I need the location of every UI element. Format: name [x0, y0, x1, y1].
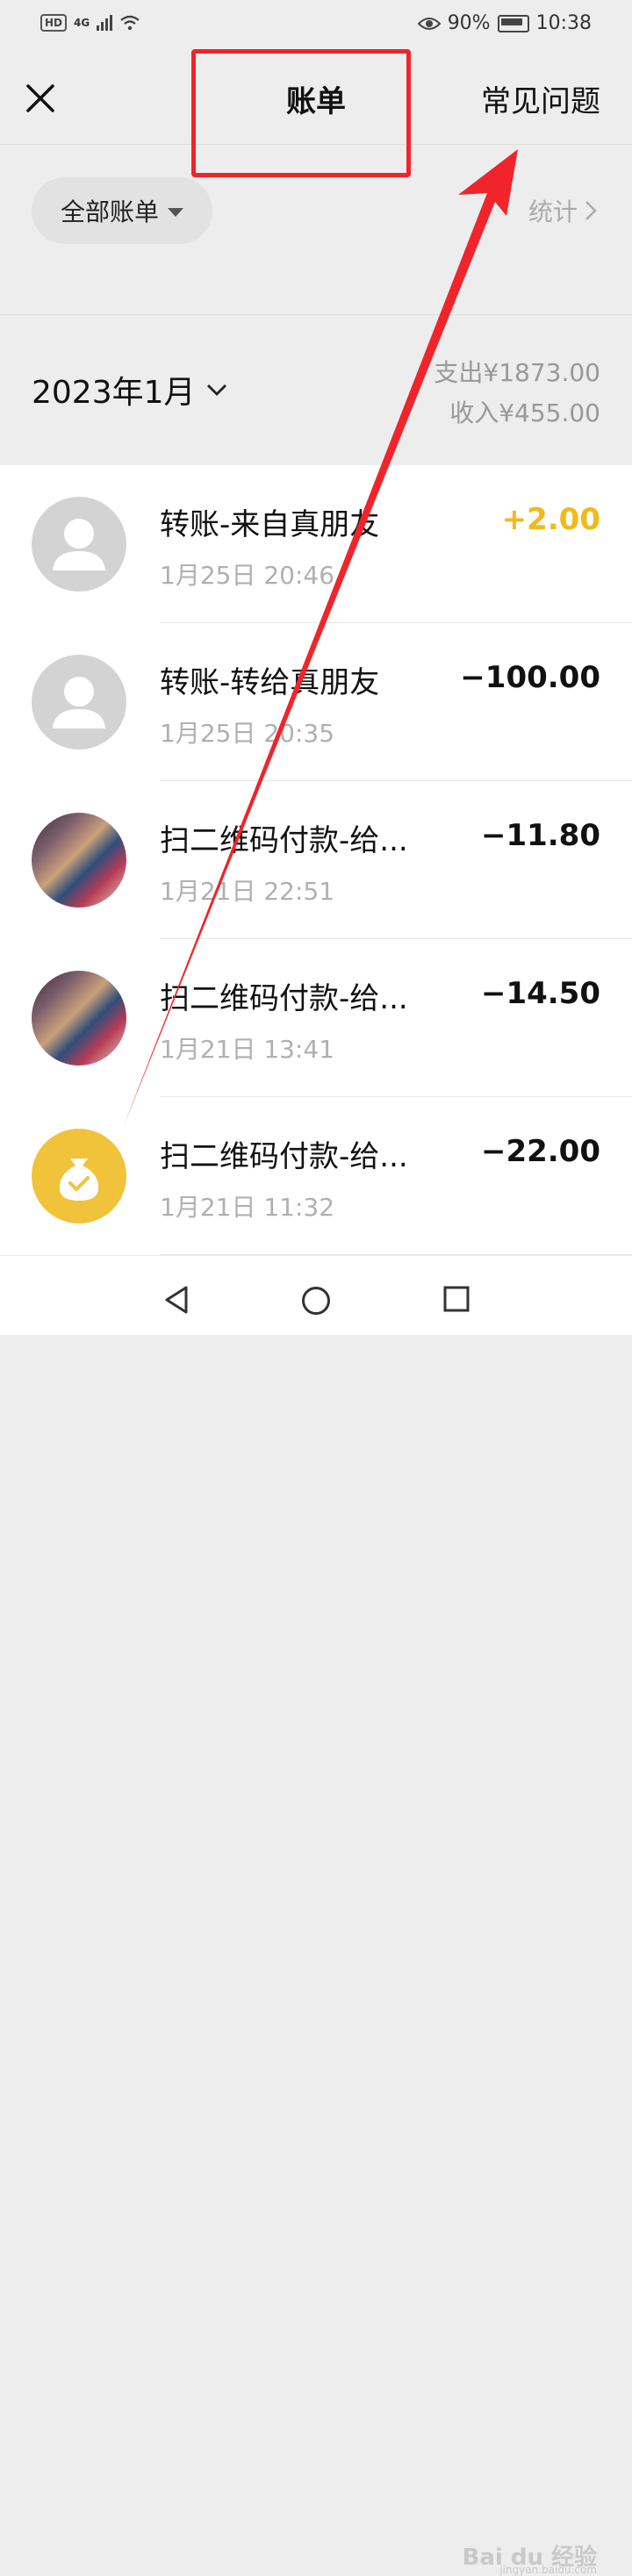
- home-icon[interactable]: [301, 1286, 331, 1316]
- item-time: 1月21日 13:41: [160, 1035, 335, 1064]
- eye-icon: [417, 17, 441, 30]
- chevron-down-icon: [206, 384, 226, 396]
- list-item[interactable]: 转账-转给真朋友 1月25日 20:35 −100.00: [0, 623, 632, 781]
- avatar: [32, 655, 126, 750]
- bill-filter-label: 全部账单: [60, 197, 159, 226]
- income-total: 收入¥455.00: [449, 398, 600, 427]
- status-right: 90% 10:38: [417, 12, 592, 34]
- stats-link[interactable]: 统计: [528, 193, 597, 228]
- item-time: 1月21日 22:51: [160, 877, 335, 906]
- shop-photo-avatar: [32, 813, 126, 908]
- avatar: [32, 497, 126, 592]
- item-time: 1月21日 11:32: [160, 1193, 335, 1222]
- item-title: 扫二维码付款-给...: [160, 823, 408, 858]
- back-icon[interactable]: [163, 1286, 190, 1314]
- network-label: 4G: [74, 17, 90, 29]
- month-label: 2023年1月: [32, 375, 196, 411]
- expense-total: 支出¥1873.00: [434, 358, 600, 387]
- hd-badge: HD: [40, 14, 68, 32]
- watermark-url: jingyan.baidu.com: [499, 2564, 597, 2576]
- annotation-box: [191, 49, 411, 177]
- list-item[interactable]: 转账-来自真朋友 1月25日 20:46 +2.00: [0, 465, 632, 623]
- person-icon: [53, 677, 105, 728]
- item-title: 转账-转给真朋友: [160, 665, 380, 700]
- money-bag-avatar: [32, 1129, 126, 1223]
- list-item[interactable]: 扫二维码付款-给... 1月21日 11:32 −22.00: [0, 1097, 632, 1255]
- system-nav-bar: Bai du 经验 jingyan.baidu.com: [0, 1255, 632, 2576]
- chevron-right-icon: [585, 201, 597, 220]
- item-amount: +2.00: [501, 502, 600, 537]
- item-title: 扫二维码付款-给...: [160, 1139, 408, 1174]
- item-amount: −11.80: [480, 818, 600, 853]
- month-selector[interactable]: 2023年1月: [32, 367, 227, 413]
- item-title: 扫二维码付款-给...: [160, 981, 408, 1016]
- list-item[interactable]: 扫二维码付款-给... 1月21日 13:41 −14.50: [0, 939, 632, 1097]
- item-title: 转账-来自真朋友: [160, 507, 380, 542]
- money-bag-icon: [59, 1159, 99, 1201]
- clock: 10:38: [535, 12, 592, 34]
- month-summary: 支出¥1873.00 收入¥455.00: [434, 353, 600, 434]
- divider: [0, 314, 632, 315]
- battery-percent: 90%: [447, 12, 491, 34]
- item-amount: −100.00: [460, 660, 600, 695]
- wifi-icon: [120, 15, 140, 31]
- status-left: HD 4G: [40, 14, 140, 32]
- person-icon: [53, 519, 105, 570]
- recents-icon[interactable]: [443, 1286, 470, 1312]
- item-time: 1月25日 20:46: [160, 561, 335, 590]
- stats-label: 统计: [528, 197, 578, 226]
- list-item[interactable]: 扫二维码付款-给... 1月21日 22:51 −11.80: [0, 781, 632, 939]
- battery-icon: [497, 14, 529, 32]
- status-bar: HD 4G 90% 10:38: [0, 0, 632, 51]
- signal-icon: [97, 15, 113, 31]
- faq-link[interactable]: 常见问题: [481, 77, 600, 120]
- item-amount: −14.50: [480, 976, 600, 1011]
- item-time: 1月25日 20:35: [160, 719, 335, 748]
- shop-photo-avatar: [32, 971, 126, 1066]
- bill-filter-button[interactable]: 全部账单: [32, 177, 212, 244]
- caret-down-icon: [168, 208, 183, 217]
- item-amount: −22.00: [480, 1134, 600, 1169]
- transaction-list: 转账-来自真朋友 1月25日 20:46 +2.00 转账-转给真朋友 1月25…: [0, 465, 632, 1255]
